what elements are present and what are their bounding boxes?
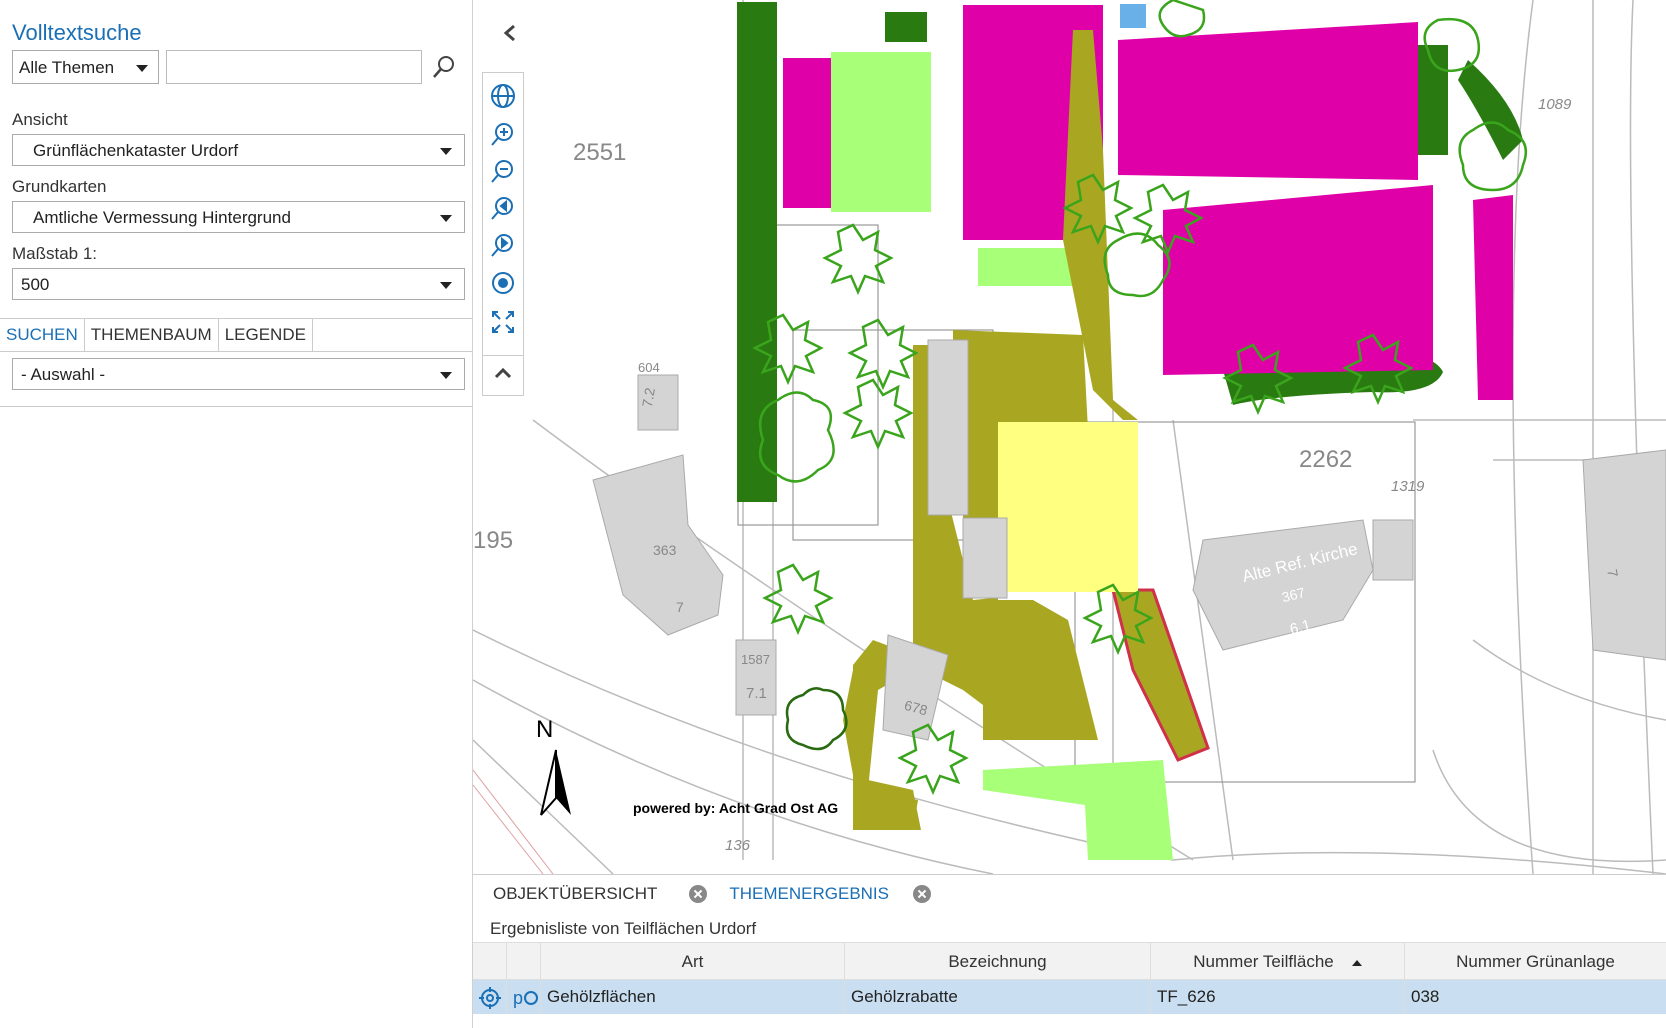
zoom-in-icon[interactable] <box>483 117 523 151</box>
col-header-nummer-gruenanlage[interactable]: Nummer Grünanlage <box>1405 943 1666 979</box>
map-label-1319: 1319 <box>1391 478 1425 495</box>
grundkarten-label: Grundkarten <box>12 177 107 196</box>
map-label-7a: 7 <box>676 599 684 615</box>
close-icon[interactable] <box>689 885 708 903</box>
massstab-select[interactable]: 500 <box>12 268 465 300</box>
tab-themenergebnis-label: THEMENERGEBNIS <box>729 884 889 903</box>
left-tabs: SUCHEN THEMENBAUM LEGENDE <box>0 318 472 352</box>
map-canvas: 2551 2262 195 1089 1319 604 7.2 363 7 15… <box>473 0 1666 874</box>
tab-suchen[interactable]: SUCHEN <box>0 319 85 351</box>
search-icon[interactable] <box>428 52 460 82</box>
map-label-136: 136 <box>725 837 751 854</box>
tab-objektuebersicht-label: OBJEKTÜBERSICHT <box>493 884 658 903</box>
col-header-art[interactable]: Art <box>541 943 845 979</box>
cell-art: Gehölzflächen <box>541 980 845 1014</box>
result-panel: OBJEKTÜBERSICHT THEMENERGEBNIS Ergebnisl… <box>473 874 1666 1028</box>
feature-info-icon[interactable]: p <box>507 980 541 1014</box>
tab-themenbaum[interactable]: THEMENBAUM <box>85 319 219 351</box>
map-label-2551: 2551 <box>573 139 626 166</box>
tab-themenergebnis[interactable]: THEMENERGEBNIS <box>729 884 931 904</box>
map-label-1089: 1089 <box>1538 96 1572 113</box>
theme-select-value: Alle Themen <box>19 58 115 77</box>
grundkarten-value: Amtliche Vermessung Hintergrund <box>33 208 291 227</box>
cell-nummer-gruenanlage: 038 <box>1411 987 1440 1006</box>
map-label-71: 7.1 <box>746 685 767 702</box>
chevron-down-icon <box>440 372 452 379</box>
auswahl-select[interactable]: - Auswahl - <box>12 358 465 390</box>
table-row[interactable]: p Gehölzflächen Gehölzrabatte TF_626 038 <box>473 980 1666 1014</box>
map-label-604: 604 <box>638 360 660 375</box>
zoom-next-icon[interactable] <box>483 228 523 262</box>
cell-bezeichnung: Gehölzrabatte <box>845 980 1151 1014</box>
map-label-61: 6.1 <box>1288 617 1312 639</box>
globe-icon[interactable] <box>483 79 523 113</box>
map-label-72: 7.2 <box>639 386 658 408</box>
result-table: Art Bezeichnung Nummer Teilfläche Nummer… <box>473 942 1666 1014</box>
zoom-out-icon[interactable] <box>483 154 523 188</box>
tab-objektuebersicht[interactable]: OBJEKTÜBERSICHT <box>493 884 708 904</box>
zoom-previous-icon[interactable] <box>483 191 523 225</box>
theme-select[interactable]: Alle Themen <box>12 50 159 84</box>
map-label-2262: 2262 <box>1299 446 1352 473</box>
map-label-363: 363 <box>653 542 677 558</box>
map-label-195: 195 <box>473 527 513 554</box>
collapse-up-icon[interactable] <box>483 355 523 389</box>
north-arrow-icon <box>540 749 571 816</box>
full-extent-icon[interactable] <box>483 305 523 339</box>
table-header: Art Bezeichnung Nummer Teilfläche Nummer… <box>473 942 1666 980</box>
ansicht-value: Grünflächenkataster Urdorf <box>33 141 239 160</box>
locate-icon[interactable] <box>483 266 523 300</box>
ansicht-select[interactable]: Grünflächenkataster Urdorf <box>12 134 465 166</box>
chevron-down-icon <box>440 215 452 222</box>
massstab-label: Maßstab 1: <box>12 244 98 263</box>
col-header-nummer-teilflaeche-label: Nummer Teilfläche <box>1193 952 1334 971</box>
col-header-nummer-teilflaeche[interactable]: Nummer Teilfläche <box>1151 943 1405 979</box>
ansicht-label: Ansicht <box>12 110 68 129</box>
massstab-value: 500 <box>21 275 50 294</box>
grundkarten-select[interactable]: Amtliche Vermessung Hintergrund <box>12 201 465 233</box>
close-icon[interactable] <box>913 885 931 903</box>
result-list-title: Ergebnisliste von Teilflächen Urdorf <box>490 919 757 938</box>
sort-ascending-icon <box>1351 959 1362 966</box>
tab-legende[interactable]: LEGENDE <box>219 319 313 351</box>
result-tabs: OBJEKTÜBERSICHT THEMENERGEBNIS <box>473 875 1666 913</box>
header-spacer <box>473 943 507 979</box>
panel-title: Volltextsuche <box>12 20 142 45</box>
map-view[interactable]: 2551 2262 195 1089 1319 604 7.2 363 7 15… <box>473 0 1666 874</box>
header-spacer <box>507 943 541 979</box>
col-header-bezeichnung[interactable]: Bezeichnung <box>845 943 1151 979</box>
cell-nummer-teilflaeche: TF_626 <box>1151 980 1405 1014</box>
chevron-down-icon <box>136 65 148 72</box>
search-input[interactable] <box>166 50 422 84</box>
left-panel: Volltextsuche Alle Themen Ansicht Grünfl… <box>0 0 473 1028</box>
map-label-1587: 1587 <box>741 652 770 667</box>
auswahl-value: - Auswahl - <box>21 365 106 384</box>
map-toolbar <box>482 72 524 396</box>
chevron-down-icon <box>440 148 452 155</box>
collapse-panel-icon[interactable] <box>495 18 525 48</box>
zoom-to-feature-icon[interactable] <box>473 980 507 1014</box>
chevron-down-icon <box>440 282 452 289</box>
divider <box>0 406 472 407</box>
powered-by-text: powered by: Acht Grad Ost AG <box>633 800 839 816</box>
svg-text:p: p <box>513 988 523 1008</box>
